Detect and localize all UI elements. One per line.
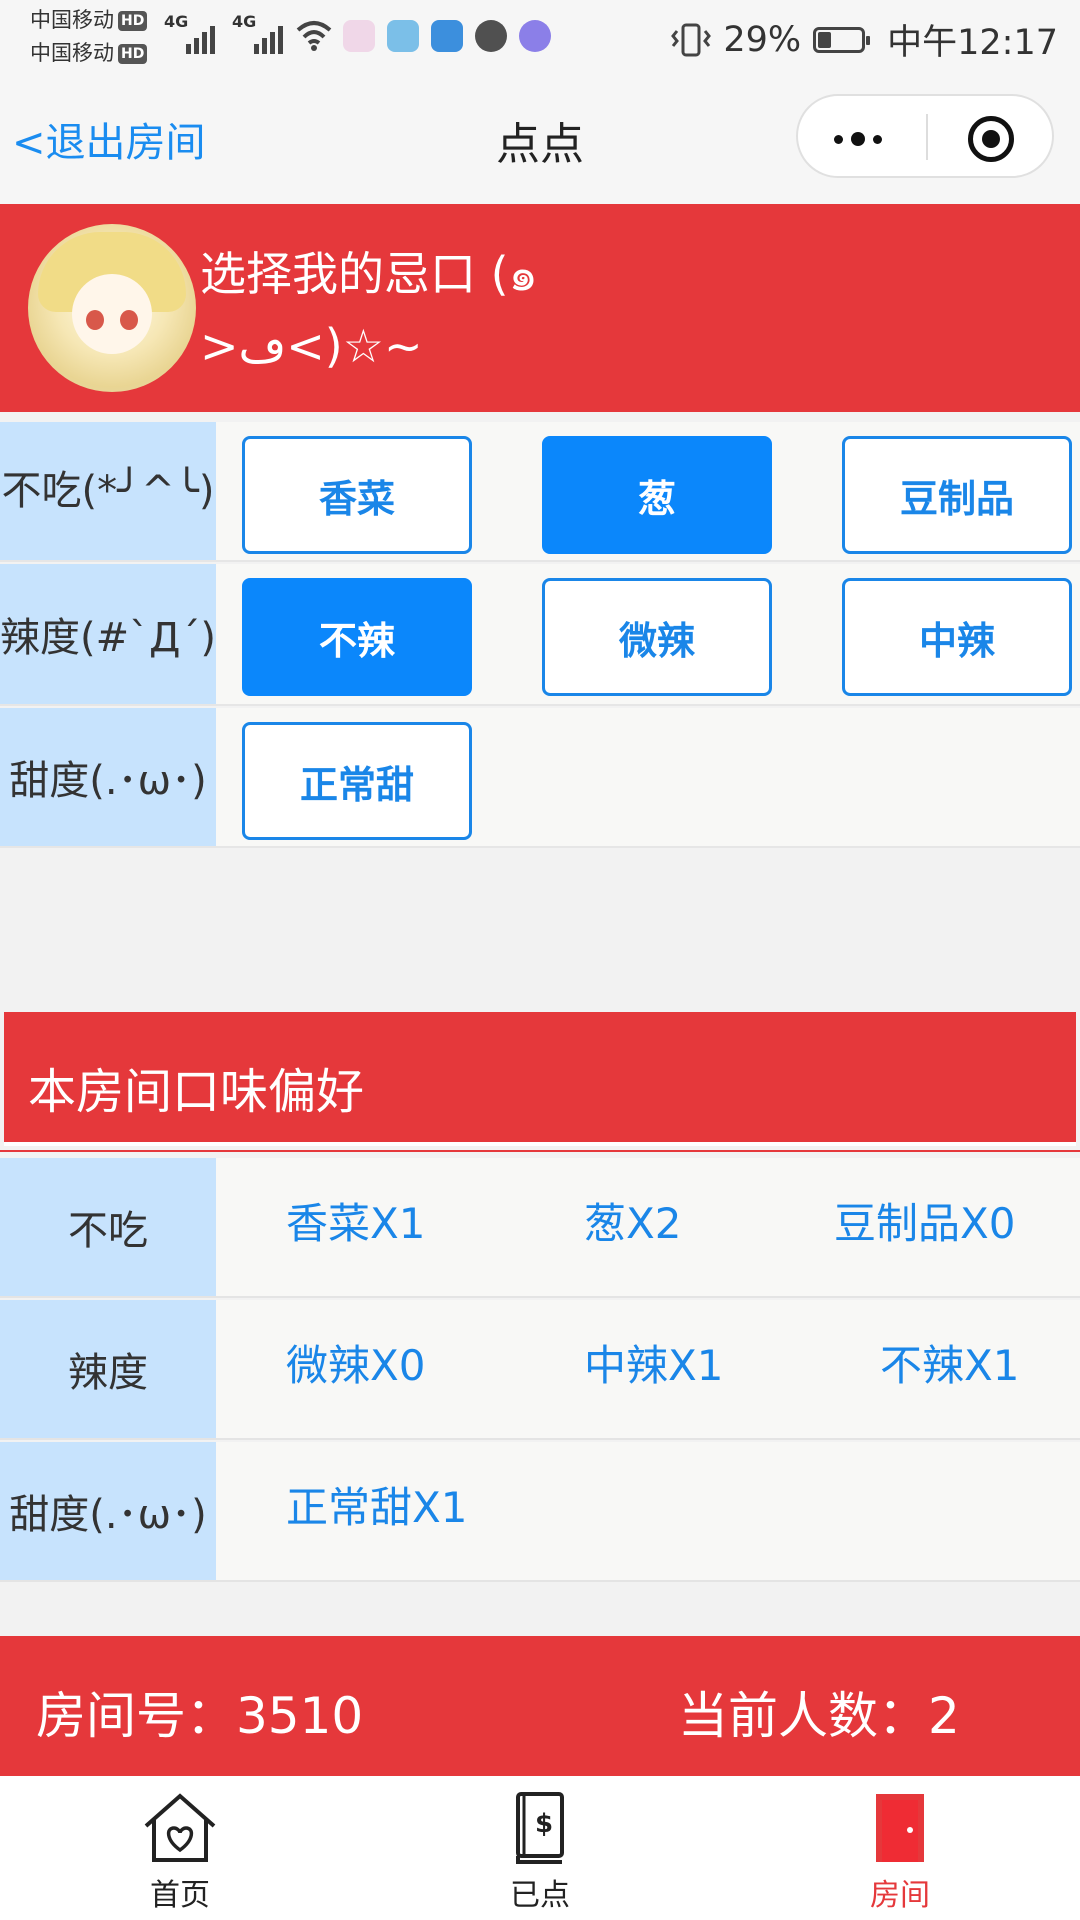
close-target-icon[interactable] [968, 116, 1014, 162]
choice-mild-spicy[interactable]: 微辣 [542, 578, 772, 696]
avatar [28, 224, 196, 392]
pref-value: 不辣X1 [880, 1341, 1020, 1390]
header-title: 选择我的忌口 (๑ >ڡ<)☆~ [200, 247, 538, 373]
choice-medium-spicy[interactable]: 中辣 [842, 578, 1072, 696]
option-row-avoid: 不吃(*╯^╰) 香菜 葱 豆制品 [0, 422, 1080, 562]
battery-icon [813, 26, 871, 53]
room-footer: 房间号：3510 当前人数：2 [0, 1636, 1080, 1776]
vibrate-icon [671, 23, 712, 56]
app-chat-icon [475, 20, 507, 52]
pref-row-sweet: 甜度(.･ω･) 正常甜X1 [0, 1442, 1080, 1582]
choice-scallion[interactable]: 葱 [542, 436, 772, 554]
capsule-divider [926, 114, 928, 160]
pref-label: 不吃 [0, 1158, 216, 1296]
signal-icon [254, 22, 283, 54]
app-music-icon [519, 20, 551, 52]
tab-home[interactable]: 首页 [100, 1790, 260, 1914]
preferences-title: 本房间口味偏好 [28, 1064, 365, 1120]
nav-bar: <退出房间 点点 [0, 80, 1080, 204]
tab-label: 已点 [510, 1878, 570, 1913]
notification-icons [343, 20, 551, 52]
status-right: 29% 中午12:17 [671, 14, 1058, 65]
pref-value: 正常甜X1 [286, 1483, 468, 1532]
option-label: 辣度(#`Д´) [0, 564, 216, 704]
status-bar: 中国移动 HD 中国移动 HD 4G 4G 29% 中午12:17 [0, 0, 1080, 80]
tab-ordered[interactable]: $ 已点 [460, 1790, 620, 1914]
tab-room[interactable]: 房间 [820, 1790, 980, 1914]
hd-badge: HD [118, 11, 148, 31]
divider [0, 1150, 1080, 1152]
room-number: 房间号：3510 [36, 1687, 364, 1745]
carrier-info: 中国移动 HD 中国移动 HD [30, 4, 148, 70]
wifi-icon [296, 21, 332, 51]
preferences-header: 本房间口味偏好 [4, 1012, 1076, 1146]
choice-not-spicy[interactable]: 不辣 [242, 578, 472, 696]
option-label: 不吃(*╯^╰) [0, 422, 216, 560]
profile-header: 选择我的忌口 (๑ >ڡ<)☆~ [0, 204, 1080, 412]
app-flower-icon [343, 20, 375, 52]
choice-cilantro[interactable]: 香菜 [242, 436, 472, 554]
tab-label: 房间 [870, 1878, 930, 1913]
door-icon [876, 1794, 924, 1862]
pref-label: 辣度 [0, 1300, 216, 1438]
option-label: 甜度(.･ω･) [0, 708, 216, 846]
pref-value: 豆制品X0 [834, 1199, 1016, 1248]
carrier-1: 中国移动 [30, 8, 114, 32]
tab-bar: 首页 $ 已点 房间 [0, 1776, 1080, 1920]
signal-icon [186, 22, 215, 54]
choice-normal-sweet[interactable]: 正常甜 [242, 722, 472, 840]
app-send-icon [387, 20, 419, 52]
pref-value: 中辣X1 [584, 1341, 724, 1390]
hd-badge: HD [118, 44, 148, 64]
pref-value: 微辣X0 [286, 1341, 426, 1390]
clock: 中午12:17 [887, 23, 1058, 63]
mini-program-capsule [796, 94, 1054, 178]
carrier-2: 中国移动 [30, 41, 114, 65]
people-count: 当前人数：2 [678, 1687, 960, 1745]
choice-soy-products[interactable]: 豆制品 [842, 436, 1072, 554]
pref-value: 香菜X1 [286, 1199, 426, 1248]
pref-row-avoid: 不吃 香菜X1 葱X2 豆制品X0 [0, 1158, 1080, 1298]
network-type-1: 4G [164, 12, 189, 31]
tab-label: 首页 [150, 1878, 210, 1913]
svg-text:$: $ [535, 1809, 553, 1839]
more-menu-icon[interactable] [834, 132, 882, 146]
pref-row-spicy: 辣度 微辣X0 中辣X1 不辣X1 [0, 1300, 1080, 1440]
home-heart-icon [144, 1793, 216, 1862]
pref-label: 甜度(.･ω･) [0, 1442, 216, 1580]
pref-value: 葱X2 [584, 1199, 682, 1248]
option-row-sweet: 甜度(.･ω･) 正常甜 [0, 708, 1080, 848]
option-row-spicy: 辣度(#`Д´) 不辣 微辣 中辣 [0, 564, 1080, 706]
battery-percent: 29% [723, 19, 802, 60]
network-type-2: 4G [232, 12, 257, 31]
menu-book-icon: $ [516, 1792, 564, 1864]
app-shield-icon [431, 20, 463, 52]
